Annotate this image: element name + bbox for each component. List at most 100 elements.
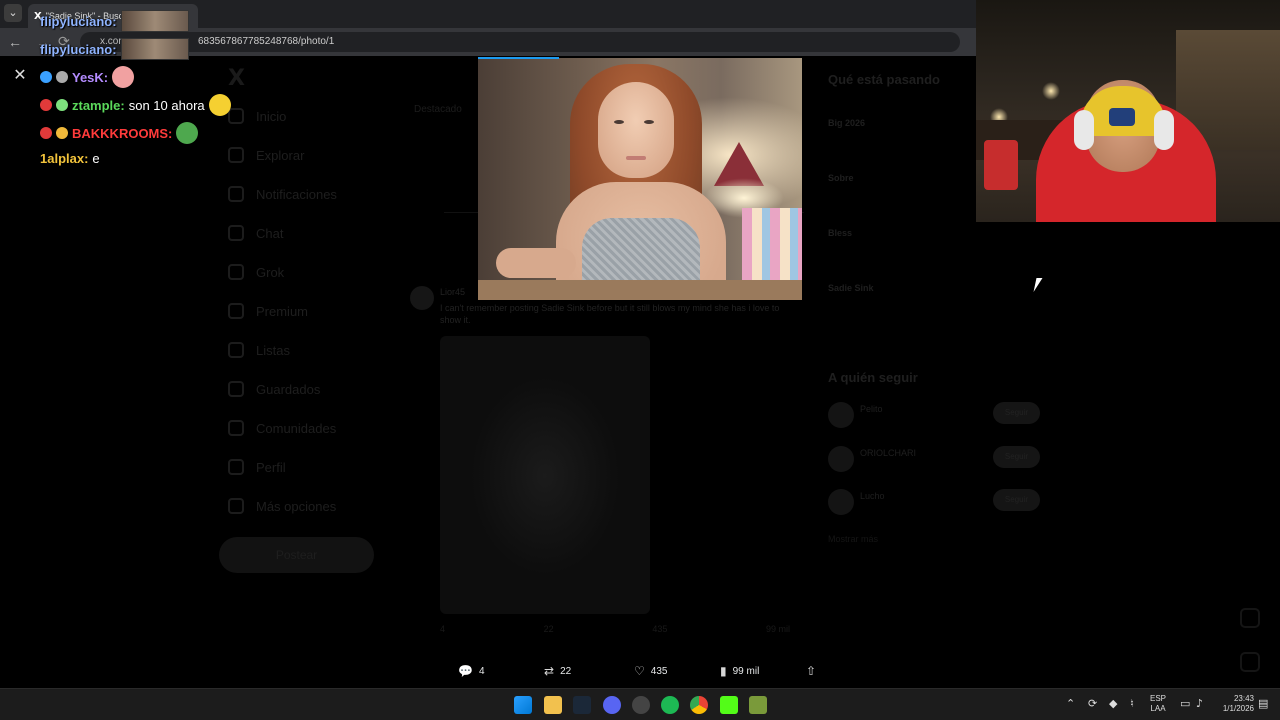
people-icon	[228, 420, 244, 436]
like-count[interactable]: 435	[652, 624, 667, 634]
avatar[interactable]	[410, 286, 434, 310]
nav-label: Explorar	[256, 147, 305, 163]
account-switcher[interactable]	[228, 640, 388, 668]
avatar	[828, 446, 854, 472]
nav-item-lists[interactable]: Listas	[228, 342, 290, 358]
nav-label: Guardados	[256, 381, 321, 397]
like-button[interactable]: ♡ 435	[634, 664, 667, 678]
chat-text: e	[92, 151, 100, 166]
feed-tab[interactable]: Destacado	[414, 104, 462, 115]
reply-count: 4	[478, 665, 485, 677]
nav-item-home[interactable]: Inicio	[228, 108, 286, 124]
like-count: 435	[650, 665, 668, 677]
share-button[interactable]: ⇧	[806, 664, 816, 678]
green-badge-icon	[56, 99, 68, 111]
nav-item-profile[interactable]: Perfil	[228, 459, 286, 475]
nav-item-more[interactable]: Más opciones	[228, 498, 336, 514]
mic-icon[interactable]: ♮	[1130, 697, 1134, 710]
bell-icon	[228, 186, 244, 202]
gift-badge-icon	[56, 127, 68, 139]
lightbox-photo[interactable]	[478, 58, 802, 300]
share-icon: ⇧	[806, 664, 817, 678]
heart-icon: ♡	[634, 664, 645, 678]
kick-icon[interactable]	[720, 696, 738, 714]
nav-item-communities[interactable]: Comunidades	[228, 420, 336, 436]
mail-icon	[228, 225, 244, 241]
tweet-username[interactable]: Lior45	[440, 287, 465, 297]
reply-count[interactable]: 4	[440, 624, 445, 634]
system-clock[interactable]: 23:43 1/1/2026	[1208, 694, 1254, 714]
chat-message: ztample: son 10 ahora	[40, 94, 231, 116]
follow-button[interactable]: Seguir	[992, 446, 1040, 468]
tab-search-button[interactable]: ⌄	[4, 4, 22, 22]
close-icon[interactable]: ✕	[10, 66, 30, 86]
show-more-link[interactable]: Mostrar más	[828, 534, 878, 544]
loading-progress-bar	[478, 57, 559, 59]
messages-float-icon[interactable]	[1240, 652, 1260, 672]
chevron-up-icon[interactable]: ⌃	[1066, 697, 1075, 710]
volume-icon[interactable]: ♪	[1196, 697, 1203, 710]
follow-button[interactable]: Seguir	[992, 402, 1040, 424]
windows-start-icon[interactable]	[514, 696, 532, 714]
sync-icon[interactable]: ⟳	[1088, 697, 1097, 710]
follow-suggestion[interactable]: Pelito Seguir	[828, 402, 1040, 432]
trend-item[interactable]: Big 2026	[828, 118, 865, 128]
nav-label: Comunidades	[256, 420, 337, 436]
chat-message: 1alplax: e	[40, 151, 100, 166]
nav-label: Premium	[256, 303, 309, 319]
photo-arm	[496, 248, 576, 278]
chat-message: BAKKKROOMS:	[40, 122, 199, 144]
nav-label: Grok	[256, 264, 285, 280]
steam-icon[interactable]	[573, 696, 591, 714]
chat-emote-image	[120, 10, 189, 32]
file-explorer-icon[interactable]	[544, 696, 562, 714]
shield-icon[interactable]: ◆	[1109, 697, 1117, 710]
obs-icon[interactable]	[632, 696, 650, 714]
back-arrow-icon[interactable]: ←	[8, 34, 22, 50]
person-icon	[228, 459, 244, 475]
clock-date: 1/1/2026	[1222, 704, 1254, 713]
chrome-icon[interactable]	[690, 696, 708, 714]
avatar	[828, 402, 854, 428]
network-icon[interactable]: ▭	[1180, 697, 1190, 710]
pepe-emote-icon	[176, 122, 199, 144]
spotify-icon[interactable]	[661, 696, 679, 714]
post-button[interactable]: Postear	[219, 537, 374, 573]
chat-username: 1alplax:	[40, 151, 89, 166]
repost-count[interactable]: 22	[544, 624, 554, 634]
follow-suggestion[interactable]: ORIOLCHARI Seguir	[828, 446, 1040, 476]
repost-button[interactable]: ⇄ 22	[544, 664, 571, 678]
nav-item-grok[interactable]: Grok	[228, 264, 284, 280]
tweet-image[interactable]	[440, 336, 650, 614]
nav-item-explore[interactable]: Explorar	[228, 147, 304, 163]
nav-item-premium[interactable]: Premium	[228, 303, 308, 319]
discord-icon[interactable]	[603, 696, 621, 714]
nav-item-notifications[interactable]: Notificaciones	[228, 186, 337, 202]
emote-icon	[112, 66, 135, 88]
views-button[interactable]: ▮ 99 mil	[720, 664, 759, 678]
trend-item[interactable]: Sobre	[828, 173, 854, 183]
bar-chart-icon: ▮	[720, 664, 727, 678]
x-logo-icon[interactable]: X	[228, 66, 245, 91]
reply-button[interactable]: 💬 4	[458, 664, 485, 678]
follow-button[interactable]: Seguir	[992, 489, 1040, 511]
grok-float-icon[interactable]	[1240, 608, 1260, 628]
nav-item-bookmarks[interactable]: Guardados	[228, 381, 320, 397]
red-badge-icon	[40, 127, 52, 139]
photo-eye	[644, 120, 654, 124]
photo-desk	[478, 280, 802, 300]
notification-icon[interactable]: ▤	[1258, 697, 1268, 710]
reply-icon: 💬	[458, 664, 473, 678]
view-count[interactable]: 99 mil	[766, 624, 790, 634]
trend-item[interactable]: Bless	[828, 228, 852, 238]
language-indicator[interactable]: ESP LAA	[1150, 694, 1166, 714]
minecraft-icon[interactable]	[749, 696, 767, 714]
url-field[interactable]: x.com 683567867785248768/photo/1	[80, 32, 960, 52]
follow-suggestion[interactable]: Lucho Seguir	[828, 489, 1040, 519]
follow-name: ORIOLCHARI	[860, 448, 917, 458]
photo-face	[598, 82, 674, 178]
nav-item-chat[interactable]: Chat	[228, 225, 283, 241]
trend-item[interactable]: Sadie Sink	[828, 283, 874, 293]
chat-username: flipyluciano:	[40, 41, 117, 57]
more-icon	[228, 498, 244, 514]
